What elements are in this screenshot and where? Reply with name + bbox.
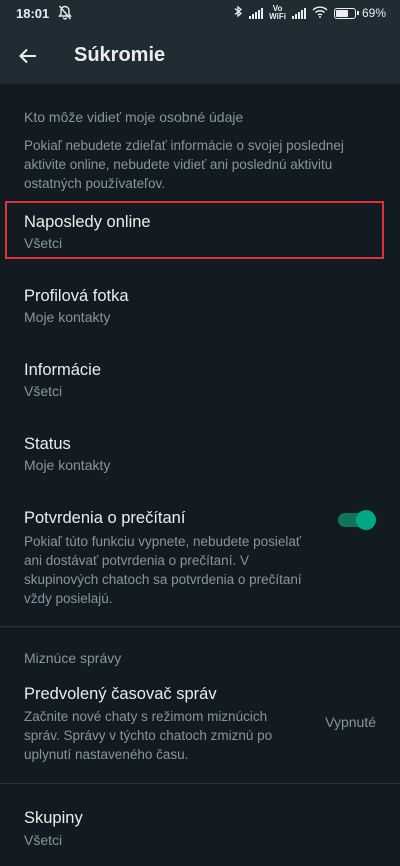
- profile-photo-title: Profilová fotka: [24, 287, 129, 305]
- status-bar: 18:01 Vo WiFi 69%: [0, 0, 400, 28]
- cell-signal-2-icon: [291, 7, 306, 19]
- default-timer-value: Vypnuté: [325, 714, 376, 730]
- toggle-knob: [356, 510, 376, 530]
- section-divider-2: [0, 783, 400, 784]
- status-icons: Vo WiFi 69%: [234, 5, 386, 21]
- about-value: Všetci: [24, 383, 63, 399]
- section-divider: [0, 626, 400, 627]
- vowifi-icon: Vo WiFi: [269, 4, 286, 21]
- last-seen-value: Všetci: [24, 235, 63, 251]
- default-timer-title: Predvolený časovač správ: [24, 685, 217, 703]
- cell-signal-icon: [249, 7, 264, 19]
- groups-setting[interactable]: Skupiny Všetci: [0, 797, 400, 857]
- last-seen-setting[interactable]: Naposledy online Všetci: [0, 200, 400, 260]
- battery-percent: 69%: [361, 6, 386, 20]
- groups-title: Skupiny: [24, 809, 83, 827]
- last-seen-title: Naposledy online: [24, 213, 151, 231]
- read-receipts-description: Pokiaľ túto funkciu vypnete, nebudete po…: [24, 534, 302, 606]
- status-setting[interactable]: Status Moje kontakty: [0, 422, 400, 482]
- wifi-icon: [312, 5, 328, 21]
- profile-photo-value: Moje kontakty: [24, 309, 111, 325]
- status-value: Moje kontakty: [24, 457, 111, 473]
- about-setting[interactable]: Informácie Všetci: [0, 348, 400, 408]
- about-title: Informácie: [24, 361, 102, 379]
- battery-icon: [333, 7, 359, 19]
- arrow-left-icon: [19, 48, 36, 64]
- app-bar: Súkromie: [0, 28, 400, 84]
- status-title: Status: [24, 435, 71, 453]
- bluetooth-icon: [234, 5, 243, 21]
- page-title: Súkromie: [74, 44, 166, 66]
- read-receipts-toggle[interactable]: [338, 510, 376, 530]
- read-receipts-title: Potvrdenia o prečítaní: [24, 509, 186, 527]
- default-timer-setting[interactable]: Predvolený časovač správ Začnite nové ch…: [0, 672, 400, 772]
- default-timer-description: Začnite nové chaty s režimom miznúcich s…: [24, 709, 273, 762]
- read-receipts-setting[interactable]: Potvrdenia o prečítaní Pokiaľ túto funkc…: [0, 496, 400, 606]
- section-header-personal-info: Kto môže vidieť moje osobné údaje: [24, 109, 244, 125]
- groups-value: Všetci: [24, 832, 63, 848]
- profile-photo-setting[interactable]: Profilová fotka Moje kontakty: [0, 274, 400, 334]
- back-button[interactable]: [14, 42, 42, 70]
- notifications-muted-icon: [58, 5, 72, 23]
- section-header-disappearing: Miznúce správy: [24, 650, 122, 666]
- status-time: 18:01: [16, 6, 50, 21]
- personal-info-description: Pokiaľ nebudete zdieľať informácie o svo…: [24, 138, 344, 191]
